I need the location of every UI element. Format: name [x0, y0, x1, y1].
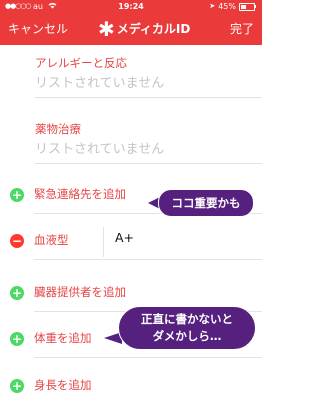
done-button[interactable]: 完了: [230, 13, 254, 45]
remove-circle-icon[interactable]: −: [10, 234, 24, 248]
annotation-text: ココ重要かも: [171, 196, 241, 210]
battery-icon: [239, 3, 255, 11]
divider: [35, 97, 262, 98]
divider: [35, 163, 262, 164]
cancel-button[interactable]: キャンセル: [8, 13, 68, 45]
divider: [34, 259, 262, 260]
add-weight-label[interactable]: 体重を追加: [34, 330, 92, 346]
battery-fill: [241, 5, 246, 9]
top-bar: ●●○○○ au 19:24 ➤ 45% キャンセル ✱ メディカルID 完了: [0, 0, 262, 45]
battery-percent: 45%: [218, 2, 236, 11]
navigation-bar: キャンセル ✱ メディカルID 完了: [0, 13, 262, 45]
add-emergency-contact-label[interactable]: 緊急連絡先を追加: [34, 186, 126, 202]
column-separator: [103, 227, 104, 257]
annotation-bubble: ココ重要かも: [158, 189, 254, 217]
blood-type-value[interactable]: A+: [115, 230, 134, 245]
add-height-row[interactable]: + 身長を追加: [0, 372, 262, 402]
medications-label: 薬物治療: [35, 122, 81, 136]
blood-type-row[interactable]: − 血液型 A+: [0, 227, 262, 257]
medical-asterisk-icon: ✱: [98, 17, 115, 41]
page-title: ✱ メディカルID: [98, 13, 190, 45]
allergies-label: アレルギーと反応: [35, 56, 127, 70]
add-circle-icon[interactable]: +: [10, 379, 24, 393]
page-title-text: メディカルID: [116, 22, 191, 36]
add-organ-donor-label[interactable]: 臓器提供者を追加: [34, 284, 126, 300]
add-height-label[interactable]: 身長を追加: [34, 377, 92, 393]
annotation-text: 正直に書かないと: [141, 312, 233, 326]
blood-type-label: 血液型: [34, 233, 69, 247]
location-arrow-icon: ➤: [209, 2, 216, 10]
status-bar: ●●○○○ au 19:24 ➤ 45%: [0, 0, 262, 13]
annotation-text: ダメかしら…: [152, 329, 222, 343]
annotation-bubble: 正直に書かないと ダメかしら…: [118, 306, 256, 350]
medications-field[interactable]: リストされていません: [35, 138, 164, 157]
allergies-field[interactable]: リストされていません: [35, 72, 164, 91]
add-circle-icon[interactable]: +: [10, 188, 24, 202]
battery-indicator: ➤ 45%: [209, 0, 256, 13]
divider: [34, 357, 262, 358]
add-organ-donor-row[interactable]: + 臓器提供者を追加: [0, 279, 262, 309]
add-circle-icon[interactable]: +: [10, 332, 24, 346]
add-circle-icon[interactable]: +: [10, 286, 24, 300]
battery-tip: [255, 5, 256, 8]
